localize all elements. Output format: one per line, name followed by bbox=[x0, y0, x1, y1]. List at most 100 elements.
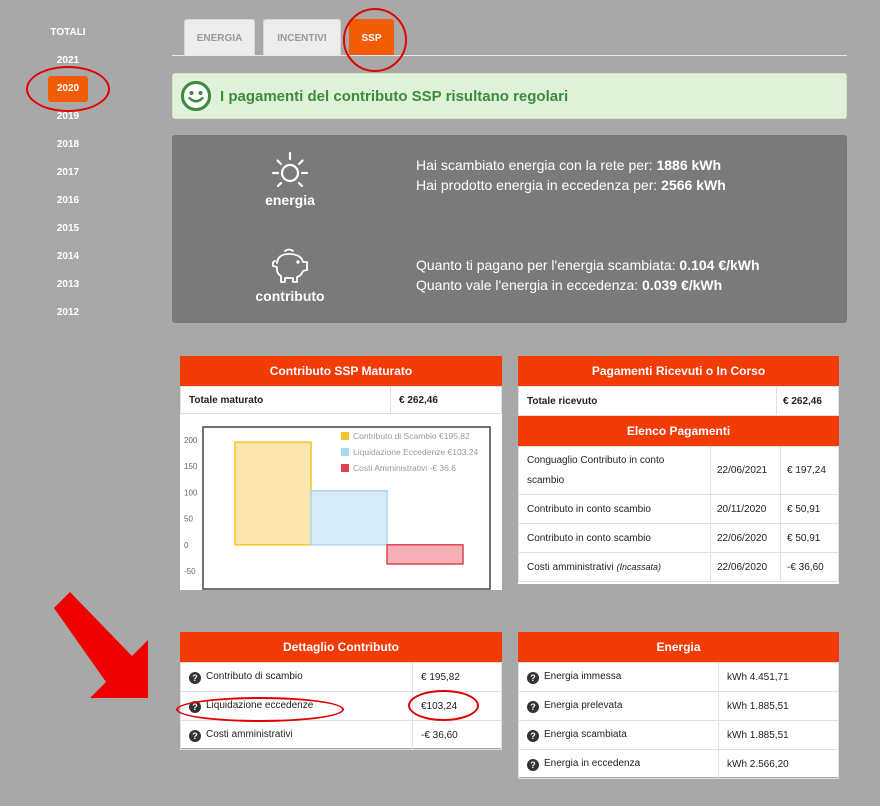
annotation-circle-year bbox=[26, 66, 110, 112]
status-alert: I pagamenti del contributo SSP risultano… bbox=[172, 73, 847, 119]
tab-incentivi[interactable]: INCENTIVI bbox=[263, 19, 341, 56]
energia-label-text: Energia immessa bbox=[544, 670, 622, 682]
contributo-chart: 200 150 100 50 0 -50 Contributo di Scambio €1… bbox=[184, 426, 491, 590]
contributo-line-2: Quanto vale l'energia in eccedenza: 0.03… bbox=[416, 277, 722, 293]
dettaglio-label-text: Contributo di scambio bbox=[206, 670, 303, 682]
table-row: ? Contributo di scambio € 195,82 bbox=[180, 662, 502, 692]
legend-swatch bbox=[341, 432, 349, 440]
payment-desc: Contributo in conto scambio bbox=[518, 494, 711, 524]
table-row: ? Energia immessa kWh 4.451,71 bbox=[518, 662, 839, 692]
table-row: ? Energia prelevata kWh 1.885,51 bbox=[518, 691, 839, 721]
help-icon[interactable]: ? bbox=[527, 758, 539, 771]
energia-label: ? Energia prelevata bbox=[518, 691, 719, 721]
energia-value: kWh 4.451,71 bbox=[718, 662, 839, 692]
sidebar-item-2017[interactable]: 2017 bbox=[0, 167, 136, 178]
payment-date: 22/06/2020 bbox=[710, 552, 781, 582]
dettaglio-label: ? Costi amministrativi bbox=[180, 720, 413, 750]
chart-bar bbox=[234, 441, 312, 546]
table-row: Contributo in conto scambio 20/11/2020 €… bbox=[518, 494, 839, 524]
table-row: Costi amministrativi (Incassata) 22/06/2… bbox=[518, 552, 839, 582]
energia-label: ? Energia in eccedenza bbox=[518, 749, 719, 779]
tab-energia[interactable]: ENERGIA bbox=[184, 19, 255, 56]
payment-amount: € 50,91 bbox=[780, 494, 839, 524]
energia-label: ? Energia scambiata bbox=[518, 720, 719, 750]
dettaglio-card-title: Dettaglio Contributo bbox=[180, 632, 502, 662]
pagamenti-total-value: € 262,46 bbox=[776, 386, 839, 416]
y-tick-label: -50 bbox=[184, 567, 196, 576]
legend-entry: Costi Amministrativi -€ 36.6 bbox=[353, 463, 456, 473]
payment-date: 22/06/2021 bbox=[710, 446, 781, 495]
legend-swatch bbox=[341, 464, 349, 472]
help-icon[interactable]: ? bbox=[527, 700, 539, 713]
table-row: Totale maturato € 262,46 bbox=[180, 386, 502, 414]
help-icon[interactable]: ? bbox=[189, 671, 201, 684]
elenco-pagamenti-title: Elenco Pagamenti bbox=[518, 416, 839, 446]
sidebar-item-2012[interactable]: 2012 bbox=[0, 307, 136, 318]
energia-line-2-text: Hai prodotto energia in eccedenza per: bbox=[416, 177, 662, 193]
sidebar-item-2016[interactable]: 2016 bbox=[0, 195, 136, 206]
energia-eccedenza-value: 2566 kWh bbox=[661, 177, 726, 193]
payment-desc: Conguaglio Contributo in conto scambio bbox=[518, 446, 711, 495]
dettaglio-label-text: Costi amministrativi bbox=[206, 728, 293, 740]
dettaglio-label: ? Contributo di scambio bbox=[180, 662, 413, 692]
contributo-line-2-text: Quanto vale l'energia in eccedenza: bbox=[416, 277, 643, 293]
contributo-line-1-text: Quanto ti pagano per l'energia scambiata… bbox=[416, 257, 680, 273]
table-row: Conguaglio Contributo in conto scambio 2… bbox=[518, 446, 839, 495]
sidebar-item-2018[interactable]: 2018 bbox=[0, 139, 136, 150]
sidebar-item-2013[interactable]: 2013 bbox=[0, 279, 136, 290]
sidebar-item-2014[interactable]: 2014 bbox=[0, 251, 136, 262]
payment-date: 20/11/2020 bbox=[710, 494, 781, 524]
alert-message: I pagamenti del contributo SSP risultano… bbox=[220, 88, 569, 105]
legend-entry: Liquidazione Eccedenze €103.24 bbox=[353, 447, 479, 457]
energia-card-title: Energia bbox=[518, 632, 839, 662]
payment-amount: -€ 36,60 bbox=[780, 552, 839, 582]
energia-label: energia bbox=[265, 192, 315, 208]
y-tick-label: 50 bbox=[184, 515, 193, 524]
energia-line-1-text: Hai scambiato energia con la rete per: bbox=[416, 157, 657, 173]
dettaglio-value: -€ 36,60 bbox=[412, 720, 502, 750]
sun-icon bbox=[271, 151, 309, 188]
help-icon[interactable]: ? bbox=[527, 671, 539, 684]
y-tick-label: 200 bbox=[184, 436, 198, 445]
tab-divider bbox=[172, 55, 847, 56]
y-tick-label: 0 bbox=[184, 541, 189, 550]
y-tick-label: 100 bbox=[184, 488, 198, 497]
pagamenti-card: Pagamenti Ricevuti o In Corso Totale ric… bbox=[518, 356, 839, 584]
energia-table: ? Energia immessa kWh 4.451,71 ? Energia p… bbox=[518, 662, 839, 779]
smile-face-icon bbox=[181, 81, 211, 111]
payment-desc: Contributo in conto scambio bbox=[518, 523, 711, 553]
prezzo-scambio-value: 0.104 €/kWh bbox=[679, 257, 760, 273]
contributo-line-1: Quanto ti pagano per l'energia scambiata… bbox=[416, 257, 760, 273]
dettaglio-value: € 195,82 bbox=[412, 662, 502, 692]
energia-label-text: Energia prelevata bbox=[544, 699, 623, 711]
chart-bar bbox=[386, 544, 464, 565]
sidebar-item-2019[interactable]: 2019 bbox=[0, 111, 136, 122]
contributo-label: contributo bbox=[255, 288, 325, 304]
help-icon[interactable]: ? bbox=[527, 729, 539, 742]
annotation-circle-liquidazione-value bbox=[408, 690, 479, 721]
payment-desc-text: Costi amministrativi bbox=[527, 561, 617, 573]
energia-scambiata-value: 1886 kWh bbox=[656, 157, 722, 173]
energia-card: Energia ? Energia immessa kWh 4.451,71 ? E… bbox=[518, 632, 839, 779]
maturato-table: Totale maturato € 262,46 bbox=[180, 386, 502, 414]
help-icon[interactable]: ? bbox=[189, 729, 201, 742]
energia-value: kWh 1.885,51 bbox=[718, 720, 839, 750]
maturato-card-title: Contributo SSP Maturato bbox=[180, 356, 502, 386]
y-tick-label: 150 bbox=[184, 462, 198, 471]
sidebar-item-totali[interactable]: TOTALI bbox=[0, 27, 136, 38]
maturato-total-value: € 262,46 bbox=[390, 386, 502, 414]
sidebar-item-2015[interactable]: 2015 bbox=[0, 223, 136, 234]
pagamenti-card-title: Pagamenti Ricevuti o In Corso bbox=[518, 356, 839, 386]
energia-label-text: Energia in eccedenza bbox=[544, 757, 641, 769]
legend-entry: Contributo di Scambio €195.82 bbox=[353, 431, 470, 441]
piggy-bank-icon bbox=[271, 248, 308, 283]
table-row: Contributo in conto scambio 22/06/2020 €… bbox=[518, 523, 839, 553]
energia-label: ? Energia immessa bbox=[518, 662, 719, 692]
legend-swatch bbox=[341, 448, 349, 456]
maturato-total-label: Totale maturato bbox=[180, 386, 391, 414]
sidebar-item-2021[interactable]: 2021 bbox=[0, 55, 136, 66]
annotation-arrow-icon bbox=[54, 592, 148, 698]
pagamenti-total-table: Totale ricevuto € 262,46 bbox=[518, 386, 839, 416]
payment-amount: € 50,91 bbox=[780, 523, 839, 553]
table-row: ? Costi amministrativi -€ 36,60 bbox=[180, 720, 502, 750]
